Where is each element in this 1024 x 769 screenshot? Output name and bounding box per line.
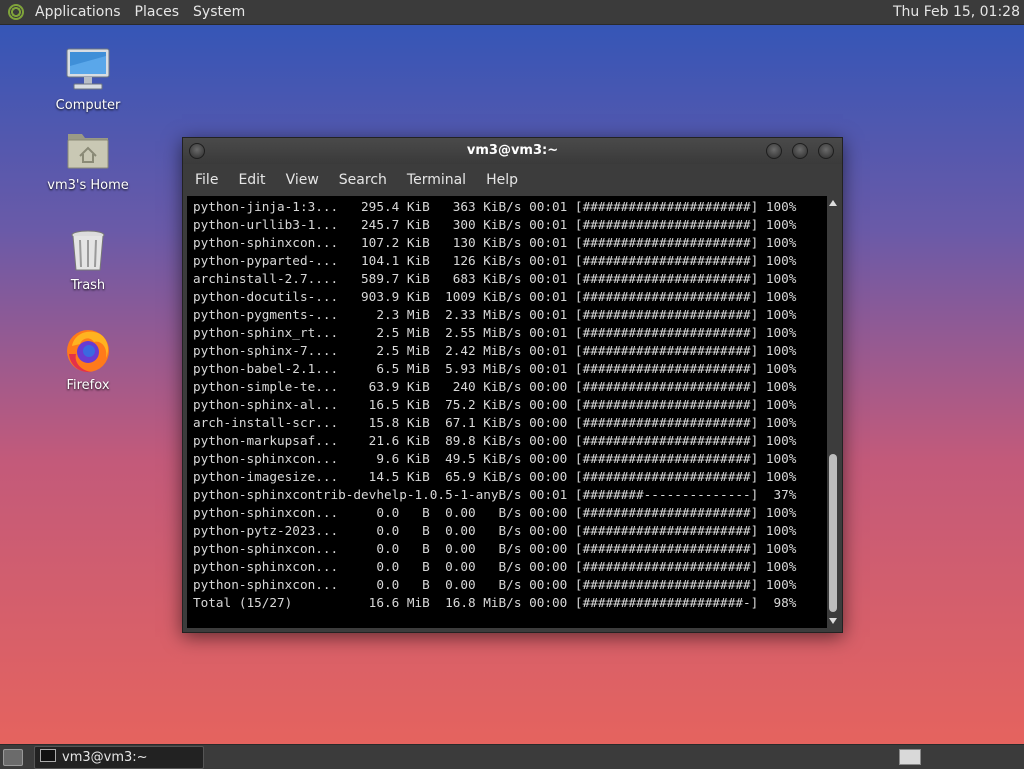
desktop-icon-trash[interactable]: Trash	[38, 226, 138, 293]
taskbar-window-label: vm3@vm3:~	[62, 750, 148, 765]
terminal-line: python-sphinx-7.... 2.5 MiB 2.42 MiB/s 0…	[193, 343, 797, 358]
terminal-icon	[40, 749, 56, 762]
terminal-line: python-pygments-... 2.3 MiB 2.33 MiB/s 0…	[193, 307, 797, 322]
terminal-menubar: File Edit View Search Terminal Help	[183, 164, 842, 196]
desktop-icon-computer[interactable]: Computer	[38, 46, 138, 113]
scroll-up-arrow-icon[interactable]	[829, 200, 837, 206]
distro-logo-icon[interactable]	[8, 4, 24, 20]
desktop-icon-home[interactable]: vm3's Home	[38, 126, 138, 193]
terminal-line: python-sphinx-al... 16.5 KiB 75.2 KiB/s …	[193, 397, 797, 412]
menu-places[interactable]: Places	[128, 0, 187, 24]
menu-edit[interactable]: Edit	[228, 172, 275, 188]
terminal-line: python-sphinxcon... 0.0 B 0.00 B/s 00:00…	[193, 559, 797, 574]
terminal-line: python-urllib3-1... 245.7 KiB 300 KiB/s …	[193, 217, 797, 232]
terminal-line: python-pytz-2023... 0.0 B 0.00 B/s 00:00…	[193, 523, 797, 538]
desktop-icon-label: Firefox	[66, 378, 110, 393]
terminal-line: archinstall-2.7.... 589.7 KiB 683 KiB/s …	[193, 271, 797, 286]
menu-terminal[interactable]: Terminal	[397, 172, 476, 188]
workspace-switcher[interactable]	[899, 749, 921, 765]
desktop-icon-label: Computer	[55, 98, 121, 113]
terminal-window[interactable]: vm3@vm3:~ File Edit View Search Terminal…	[182, 137, 843, 633]
scrollbar-thumb[interactable]	[829, 454, 837, 612]
terminal-line: python-docutils-... 903.9 KiB 1009 KiB/s…	[193, 289, 797, 304]
trash-icon	[64, 226, 112, 274]
terminal-line: python-sphinx_rt... 2.5 MiB 2.55 MiB/s 0…	[193, 325, 797, 340]
terminal-line: python-babel-2.1... 6.5 MiB 5.93 MiB/s 0…	[193, 361, 797, 376]
terminal-line: python-sphinxcon... 0.0 B 0.00 B/s 00:00…	[193, 505, 797, 520]
terminal-line: python-markupsaf... 21.6 KiB 89.8 KiB/s …	[193, 433, 797, 448]
window-titlebar[interactable]: vm3@vm3:~	[183, 138, 842, 164]
terminal-output[interactable]: python-jinja-1:3... 295.4 KiB 363 KiB/s …	[187, 196, 827, 628]
desktop-icon-label: Trash	[70, 278, 106, 293]
menu-view[interactable]: View	[276, 172, 329, 188]
show-desktop-icon[interactable]	[3, 749, 23, 766]
close-button[interactable]	[818, 143, 834, 159]
terminal-line: python-imagesize... 14.5 KiB 65.9 KiB/s …	[193, 469, 797, 484]
terminal-line: Total (15/27) 16.6 MiB 16.8 MiB/s 00:00 …	[193, 595, 797, 610]
minimize-button[interactable]	[766, 143, 782, 159]
maximize-button[interactable]	[792, 143, 808, 159]
window-title: vm3@vm3:~	[466, 143, 559, 158]
terminal-scrollbar[interactable]	[827, 196, 839, 628]
top-panel: Applications Places System Thu Feb 15, 0…	[0, 0, 1024, 25]
firefox-icon	[64, 326, 112, 374]
desktop-icon-label: vm3's Home	[47, 178, 129, 193]
taskbar-window-button[interactable]: vm3@vm3:~	[34, 746, 204, 769]
terminal-line: python-simple-te... 63.9 KiB 240 KiB/s 0…	[193, 379, 797, 394]
terminal-line: python-sphinxcon... 0.0 B 0.00 B/s 00:00…	[193, 541, 797, 556]
scroll-down-arrow-icon[interactable]	[829, 618, 837, 624]
menu-search[interactable]: Search	[329, 172, 397, 188]
home-folder-icon	[64, 126, 112, 174]
terminal-line: python-jinja-1:3... 295.4 KiB 363 KiB/s …	[193, 199, 797, 214]
panel-clock[interactable]: Thu Feb 15, 01:28	[893, 4, 1024, 20]
terminal-line: python-sphinxcon... 0.0 B 0.00 B/s 00:00…	[193, 577, 797, 592]
menu-applications[interactable]: Applications	[28, 0, 128, 24]
terminal-line: python-pyparted-... 104.1 KiB 126 KiB/s …	[193, 253, 797, 268]
computer-icon	[64, 46, 112, 94]
menu-help[interactable]: Help	[476, 172, 528, 188]
terminal-line: arch-install-scr... 15.8 KiB 67.1 KiB/s …	[193, 415, 797, 430]
desktop-icon-firefox[interactable]: Firefox	[38, 326, 138, 393]
terminal-line: python-sphinxcon... 9.6 KiB 49.5 KiB/s 0…	[193, 451, 797, 466]
menu-system[interactable]: System	[186, 0, 252, 24]
bottom-panel: vm3@vm3:~	[0, 744, 1024, 769]
window-menu-icon[interactable]	[189, 143, 205, 159]
menu-file[interactable]: File	[185, 172, 228, 188]
terminal-text: python-jinja-1:3... 295.4 KiB 363 KiB/s …	[187, 196, 827, 612]
terminal-line: python-sphinxcon... 107.2 KiB 130 KiB/s …	[193, 235, 797, 250]
terminal-line: python-sphinxcontrib-devhelp-1.0.5-1-any…	[193, 487, 797, 502]
